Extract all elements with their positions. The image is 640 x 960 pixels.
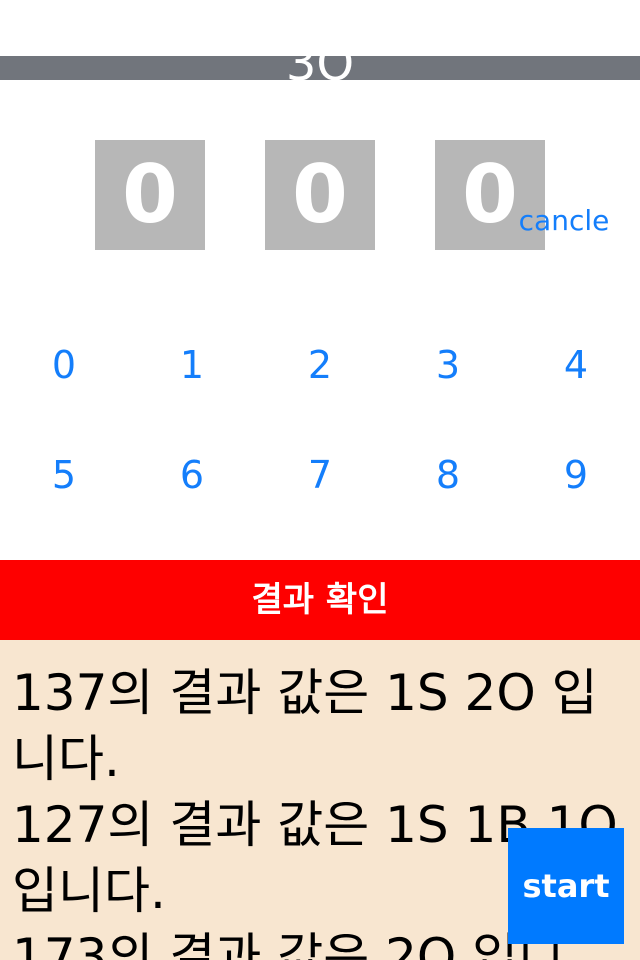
keypad-key-1[interactable]: 1 xyxy=(128,325,256,405)
keypad-key-6[interactable]: 6 xyxy=(128,435,256,515)
game-screen: 3O 0 0 0 cancle 0 1 2 3 4 5 6 7 8 9 결과 확… xyxy=(0,0,640,960)
status-text: 3O xyxy=(0,56,640,80)
digit-slot-1: 0 xyxy=(95,140,205,250)
keypad-key-2[interactable]: 2 xyxy=(256,325,384,405)
start-button[interactable]: start xyxy=(508,828,624,944)
keypad-key-5[interactable]: 5 xyxy=(0,435,128,515)
cancel-button[interactable]: cancle xyxy=(512,200,616,242)
keypad-key-7[interactable]: 7 xyxy=(256,435,384,515)
result-check-button[interactable]: 결과 확인 xyxy=(0,560,640,640)
keypad-key-4[interactable]: 4 xyxy=(512,325,640,405)
result-line-1: 137의 결과 값은 1S 2O 입니다. xyxy=(12,664,598,788)
keypad-key-3[interactable]: 3 xyxy=(384,325,512,405)
status-bar: 3O xyxy=(0,56,640,80)
digit-slot-2: 0 xyxy=(265,140,375,250)
keypad-key-0[interactable]: 0 xyxy=(0,325,128,405)
keypad-key-9[interactable]: 9 xyxy=(512,435,640,515)
keypad-key-8[interactable]: 8 xyxy=(384,435,512,515)
